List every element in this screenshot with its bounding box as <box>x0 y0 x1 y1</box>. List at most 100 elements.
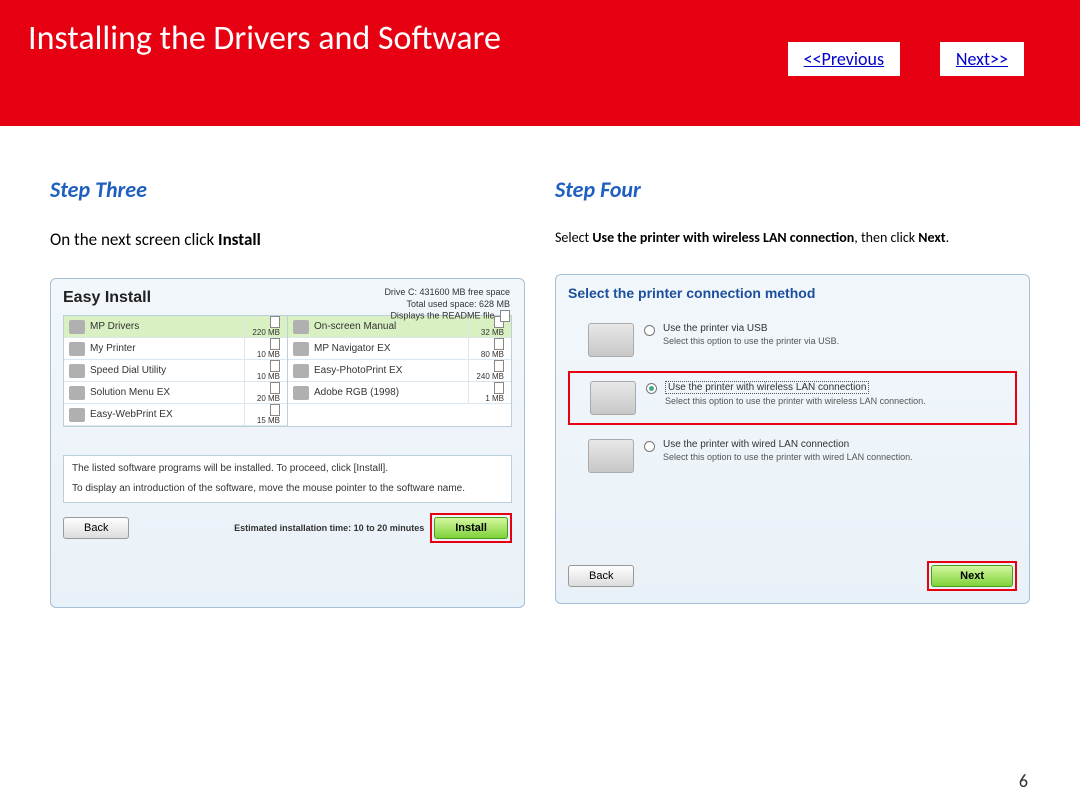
opt-wired-desc: Select this option to use the printer wi… <box>663 452 1013 462</box>
easy-install-dialog: Easy Install Drive C: 431600 MB free spa… <box>50 278 525 608</box>
doc-icon <box>494 382 504 394</box>
software-icon <box>69 342 85 356</box>
software-size: 15 MB <box>244 404 282 425</box>
option-usb[interactable]: Use the printer via USB Select this opti… <box>568 315 1017 365</box>
doc-icon <box>270 338 280 350</box>
option-wireless[interactable]: Use the printer with wireless LAN connec… <box>568 371 1017 425</box>
install-button[interactable]: Install <box>434 517 508 539</box>
instr-end: . <box>946 229 950 246</box>
install-highlight: Install <box>430 513 512 543</box>
step-four-heading: Step Four <box>555 176 1030 203</box>
drive-info: Drive C: 431600 MB free space Total used… <box>384 287 510 322</box>
connection-dialog: Select the printer connection method Use… <box>555 274 1030 604</box>
software-icon <box>293 320 309 334</box>
readme-icon <box>500 310 510 322</box>
step-three-heading: Step Three <box>50 176 525 203</box>
software-row[interactable]: Solution Menu EX20 MB <box>64 382 287 404</box>
next-button[interactable]: Next <box>931 565 1013 587</box>
previous-link[interactable]: <<Previous <box>788 42 900 76</box>
opt-wireless-label: Use the printer with wireless LAN connec… <box>665 381 869 394</box>
software-size: 10 MB <box>244 338 282 359</box>
readme-line: Displays the README file <box>384 310 510 322</box>
option-usb-text: Use the printer via USB Select this opti… <box>663 323 1013 346</box>
software-name: Speed Dial Utility <box>90 365 244 376</box>
page-number: 6 <box>1019 770 1028 792</box>
software-icon <box>293 364 309 378</box>
opt-wired-label: Use the printer with wired LAN connectio… <box>663 439 1013 450</box>
software-icon <box>293 386 309 400</box>
software-right-col: On-screen Manual32 MBMP Navigator EX80 M… <box>287 316 511 426</box>
instr-mid: , then click <box>854 229 918 246</box>
software-name: My Printer <box>90 343 244 354</box>
software-row[interactable]: Adobe RGB (1998)1 MB <box>288 382 511 404</box>
software-name: MP Navigator EX <box>314 343 468 354</box>
opt-usb-label: Use the printer via USB <box>663 323 1013 334</box>
header: Installing the Drivers and Software <<Pr… <box>0 0 1080 126</box>
step-four-instruction: Select Use the printer with wireless LAN… <box>555 229 1030 246</box>
software-size: 80 MB <box>468 338 506 359</box>
software-name: On-screen Manual <box>314 321 468 332</box>
estimate-text: Estimated installation time: 10 to 20 mi… <box>234 523 424 533</box>
drive-used-space: Total used space: 628 MB <box>384 299 510 311</box>
software-size: 20 MB <box>244 382 282 403</box>
step-four-column: Step Four Select Use the printer with wi… <box>555 176 1030 608</box>
doc-icon <box>270 382 280 394</box>
note-line-2: To display an introduction of the softwa… <box>72 482 503 496</box>
note-line-1: The listed software programs will be ins… <box>72 462 503 476</box>
software-name: Easy-PhotoPrint EX <box>314 365 468 376</box>
dialog-footer: Back Estimated installation time: 10 to … <box>63 513 512 543</box>
software-row[interactable]: Speed Dial Utility10 MB <box>64 360 287 382</box>
next-highlight: Next <box>927 561 1017 591</box>
software-name: Adobe RGB (1998) <box>314 387 468 398</box>
content: Step Three On the next screen click Inst… <box>0 126 1080 608</box>
software-row[interactable]: MP Navigator EX80 MB <box>288 338 511 360</box>
doc-icon <box>270 360 280 372</box>
software-row[interactable]: My Printer10 MB <box>64 338 287 360</box>
software-left-col: MP Drivers220 MBMy Printer10 MBSpeed Dia… <box>64 316 287 426</box>
radio-wireless[interactable] <box>646 383 657 394</box>
software-row[interactable]: Easy-WebPrint EX15 MB <box>64 404 287 426</box>
software-icon <box>69 320 85 334</box>
opt-wireless-desc: Select this option to use the printer wi… <box>665 396 1011 406</box>
install-note: The listed software programs will be ins… <box>63 455 512 503</box>
usb-icon <box>588 323 634 357</box>
instr-bold1: Use the printer with wireless LAN connec… <box>592 229 854 246</box>
option-wired[interactable]: Use the printer with wired LAN connectio… <box>568 431 1017 481</box>
software-row[interactable]: Easy-PhotoPrint EX240 MB <box>288 360 511 382</box>
wireless-icon <box>590 381 636 415</box>
instruction-bold: Install <box>218 229 261 250</box>
radio-usb[interactable] <box>644 325 655 336</box>
opt-usb-desc: Select this option to use the printer vi… <box>663 336 1013 346</box>
software-icon <box>69 408 85 422</box>
drive-free-space: Drive C: 431600 MB free space <box>384 287 510 299</box>
software-list: MP Drivers220 MBMy Printer10 MBSpeed Dia… <box>63 315 512 427</box>
step-three-column: Step Three On the next screen click Inst… <box>50 176 525 608</box>
software-size: 10 MB <box>244 360 282 381</box>
doc-icon <box>270 404 280 416</box>
software-row[interactable]: MP Drivers220 MB <box>64 316 287 338</box>
radio-wired[interactable] <box>644 441 655 452</box>
software-icon <box>293 342 309 356</box>
next-link[interactable]: Next>> <box>940 42 1024 76</box>
back-button[interactable]: Back <box>63 517 129 539</box>
software-size: 1 MB <box>468 382 506 403</box>
readme-text: Displays the README file <box>390 311 494 321</box>
instruction-text: On the next screen click <box>50 229 218 250</box>
software-name: Solution Menu EX <box>90 387 244 398</box>
doc-icon <box>494 360 504 372</box>
wired-icon <box>588 439 634 473</box>
option-wired-text: Use the printer with wired LAN connectio… <box>663 439 1013 462</box>
software-name: MP Drivers <box>90 321 244 332</box>
software-icon <box>69 386 85 400</box>
software-size: 220 MB <box>244 316 282 337</box>
doc-icon <box>270 316 280 328</box>
step-three-instruction: On the next screen click Install <box>50 229 525 250</box>
connection-footer: Back Next <box>568 561 1017 591</box>
option-wireless-text: Use the printer with wireless LAN connec… <box>665 381 1011 406</box>
doc-icon <box>494 338 504 350</box>
back-button-right[interactable]: Back <box>568 565 634 587</box>
instr-bold2: Next <box>918 229 945 246</box>
instr-pre: Select <box>555 229 592 246</box>
connection-dialog-title: Select the printer connection method <box>568 285 1017 301</box>
software-name: Easy-WebPrint EX <box>90 409 244 420</box>
